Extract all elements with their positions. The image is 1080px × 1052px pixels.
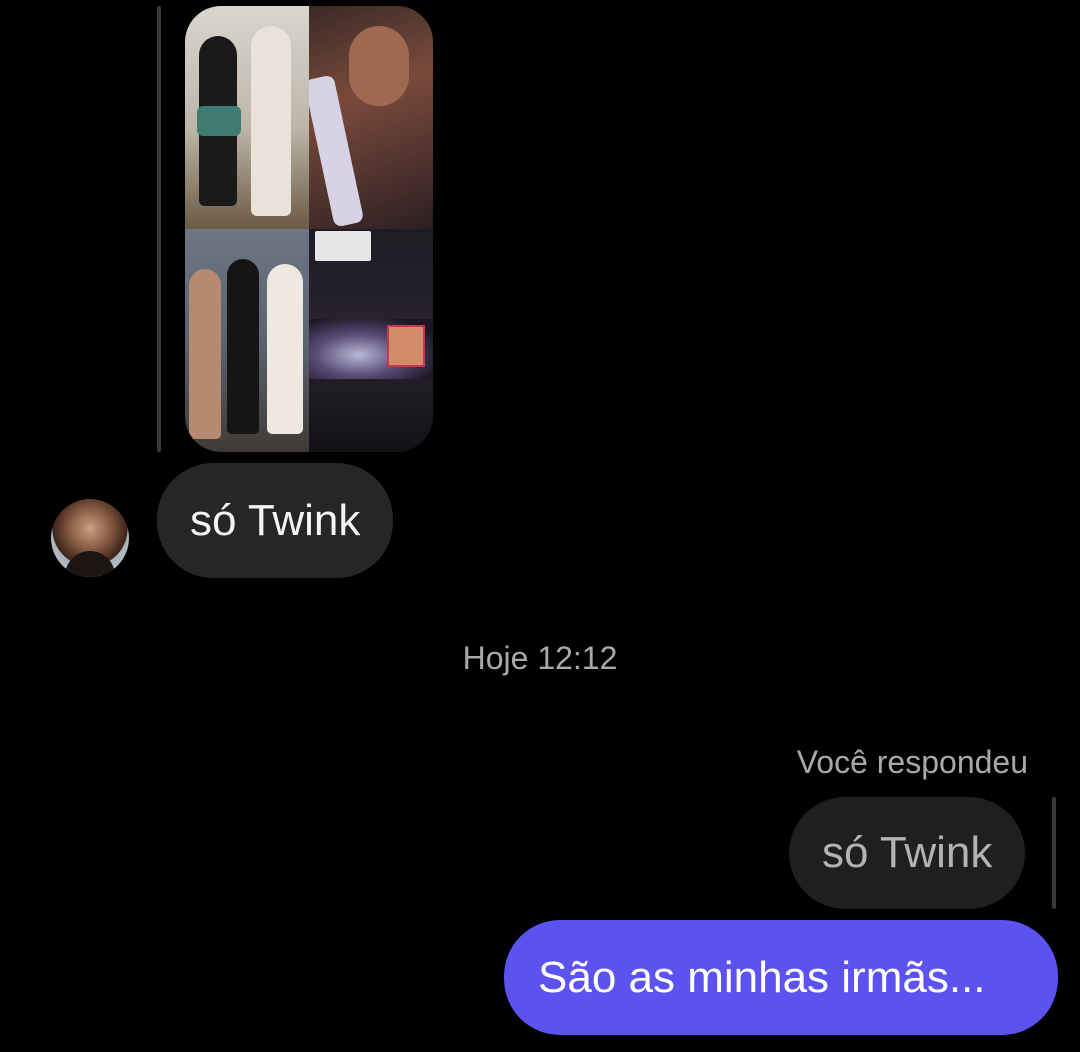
sent-message-bubble[interactable]: São as minhas irmãs... — [504, 920, 1058, 1035]
reply-quote-bar — [1052, 797, 1056, 909]
collage-photo-1 — [185, 6, 309, 229]
quoted-reply-bar — [157, 6, 161, 452]
collage-photo-3 — [185, 229, 309, 452]
shared-photo-collage[interactable] — [185, 6, 433, 452]
reply-label: Você respondeu — [796, 744, 1028, 780]
contact-avatar[interactable] — [51, 499, 129, 577]
collage-photo-4 — [309, 229, 433, 452]
quoted-message-bubble[interactable]: só Twink — [789, 797, 1026, 909]
collage-photo-2 — [309, 6, 433, 229]
received-message-text: só Twink — [190, 495, 361, 545]
message-timestamp: Hoje 12:12 — [462, 640, 618, 676]
received-message-bubble[interactable]: só Twink — [157, 463, 394, 578]
quoted-message-text: só Twink — [822, 828, 993, 877]
sent-message-text: São as minhas irmãs... — [538, 952, 986, 1002]
